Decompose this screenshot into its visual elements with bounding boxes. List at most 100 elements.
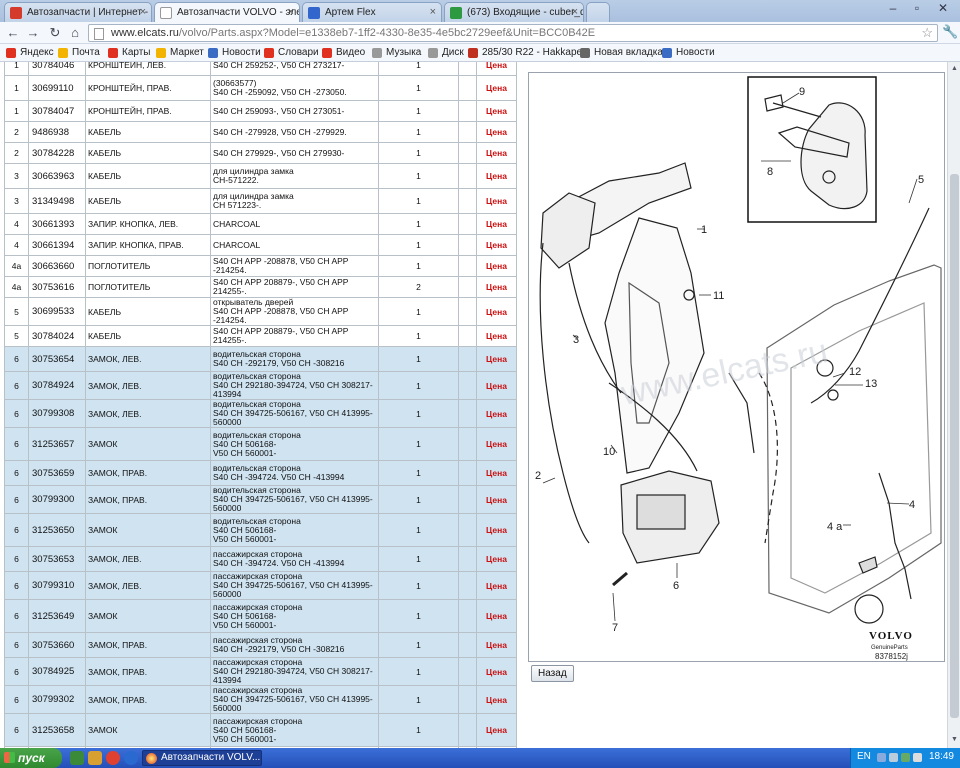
bookmark-item[interactable]: Новости [662,45,715,61]
position-cell: 4 [4,213,29,235]
price-link[interactable]: Цена [476,427,517,461]
bookmark-item[interactable]: Почта [58,45,100,61]
part-name-cell: ЗАПИР. КНОПКА, ПРАВ. [85,234,211,256]
price-link[interactable]: Цена [476,142,517,164]
price-link[interactable]: Цена [476,188,517,214]
wrench-icon[interactable]: 🔧 [942,24,958,42]
price-link[interactable]: Цена [476,571,517,600]
table-row: 6 30799310 ЗАМОК, ЛЕВ. пассажирская сторона… [4,571,517,600]
close-icon[interactable]: × [572,3,578,22]
part-number-cell: 30784046 [28,62,86,76]
quicklaunch-icon-4[interactable] [124,751,138,765]
table-row: 6 31253650 ЗАМОК водительская сторона S40 C… [4,513,517,547]
tray-icon-2[interactable] [889,753,898,762]
spacer-cell [458,142,477,164]
quicklaunch-icon-3[interactable] [106,751,120,765]
part-number-cell: 30799308 [28,399,86,428]
quantity-cell: 1 [378,571,459,600]
price-link[interactable]: Цена [476,62,517,76]
close-icon[interactable]: × [430,3,436,22]
spacer-cell [458,571,477,600]
table-row: 4 30661393 ЗАПИР. КНОПКА, ЛЕВ. CHARCOAL 1 Цен… [4,213,517,235]
page-favicon-icon [160,7,172,19]
callout-6: 6 [673,580,679,592]
price-link[interactable]: Цена [476,685,517,714]
quicklaunch-icon-1[interactable] [70,751,84,765]
forward-arrow-icon[interactable]: → [24,24,42,42]
address-url[interactable]: www.elcats.ru/volvo/Parts.aspx?Model=e13… [111,26,595,41]
callout-12: 12 [849,366,861,378]
tray-icon-3[interactable] [901,753,910,762]
bookmark-item[interactable]: Видео [322,45,365,61]
scroll-down-icon[interactable]: ▼ [949,734,960,746]
position-cell: 1 [4,100,29,122]
new-tab-button[interactable] [586,2,610,22]
price-link[interactable]: Цена [476,485,517,514]
quantity-cell: 1 [378,121,459,143]
volume-icon[interactable] [913,753,922,762]
price-link[interactable]: Цена [476,75,517,101]
price-link[interactable]: Цена [476,460,517,486]
part-note-cell: водительская сторона S40 CH 506168- V50 … [210,427,379,461]
address-bar[interactable]: www.elcats.ru/volvo/Parts.aspx?Model=e13… [88,24,938,42]
price-link[interactable]: Цена [476,163,517,189]
bookmark-item[interactable]: Музыка [372,45,421,61]
part-note-cell: водительская сторона S40 CH 506168- V50 … [210,513,379,547]
table-row: 6 31253658 ЗАМОК пассажирская сторона S40 C… [4,713,517,747]
maximize-icon[interactable]: ▫ [906,1,928,17]
price-link[interactable]: Цена [476,255,517,277]
close-window-icon[interactable]: ✕ [932,1,954,17]
vertical-scrollbar[interactable]: ▲ ▼ [947,62,960,748]
price-link[interactable]: Цена [476,234,517,256]
bookmark-item[interactable]: Новости [208,45,261,61]
reload-icon[interactable]: ↻ [46,24,64,42]
spacer-cell [458,213,477,235]
bookmark-star-icon[interactable]: ☆ [921,25,933,41]
scroll-up-icon[interactable]: ▲ [949,63,960,75]
price-link[interactable]: Цена [476,546,517,572]
price-link[interactable]: Цена [476,346,517,372]
price-link[interactable]: Цена [476,276,517,298]
taskbar-window-button[interactable]: Автозапчасти VOLV... [142,750,262,766]
scrollbar-thumb[interactable] [950,174,959,718]
tray-icon-1[interactable] [877,753,886,762]
price-link[interactable]: Цена [476,213,517,235]
back-arrow-icon[interactable]: ← [4,24,22,42]
price-link[interactable]: Цена [476,121,517,143]
price-link[interactable]: Цена [476,325,517,347]
bookmark-item[interactable]: Новая вкладка [580,45,663,61]
browser-tab-2[interactable]: Автозапчасти VOLVO - элек × [154,2,300,23]
browser-tab-3[interactable]: Артем Flex × [302,2,442,22]
back-button[interactable]: Назад [531,665,574,682]
minimize-icon[interactable]: – [882,1,904,17]
home-icon[interactable]: ⌂ [66,24,84,42]
browser-tab-4[interactable]: (673) Входящие - cuber_de × [444,2,584,22]
tab-title: (673) Входящие - cuber_de [467,7,584,18]
quantity-cell: 1 [378,371,459,400]
bookmark-item[interactable]: Маркет [156,45,204,61]
browser-tab-1[interactable]: Автозапчасти | Интернет - × [4,2,152,22]
price-link[interactable]: Цена [476,632,517,658]
close-icon[interactable]: × [140,3,146,22]
bookmark-item[interactable]: Словари [264,45,319,61]
price-link[interactable]: Цена [476,100,517,122]
price-link[interactable]: Цена [476,399,517,428]
price-link[interactable]: Цена [476,297,517,326]
bookmark-item[interactable]: Диск [428,45,464,61]
callout-1: 1 [701,224,707,236]
bookmark-item[interactable]: Яндекс [6,45,54,61]
quantity-cell: 1 [378,297,459,326]
price-link[interactable]: Цена [476,371,517,400]
part-note-cell: для цилиндра замка CH 571223-. [210,188,379,214]
price-link[interactable]: Цена [476,713,517,747]
language-indicator[interactable]: EN [857,751,871,762]
bookmark-item[interactable]: Карты [108,45,151,61]
spacer-cell [458,399,477,428]
close-icon[interactable]: × [288,3,294,22]
quicklaunch-icon-2[interactable] [88,751,102,765]
start-button[interactable]: пуск [0,748,62,768]
price-link[interactable]: Цена [476,599,517,633]
bookmark-item[interactable]: 285/30 R22 - Hakkape... [468,45,590,61]
price-link[interactable]: Цена [476,657,517,686]
price-link[interactable]: Цена [476,513,517,547]
